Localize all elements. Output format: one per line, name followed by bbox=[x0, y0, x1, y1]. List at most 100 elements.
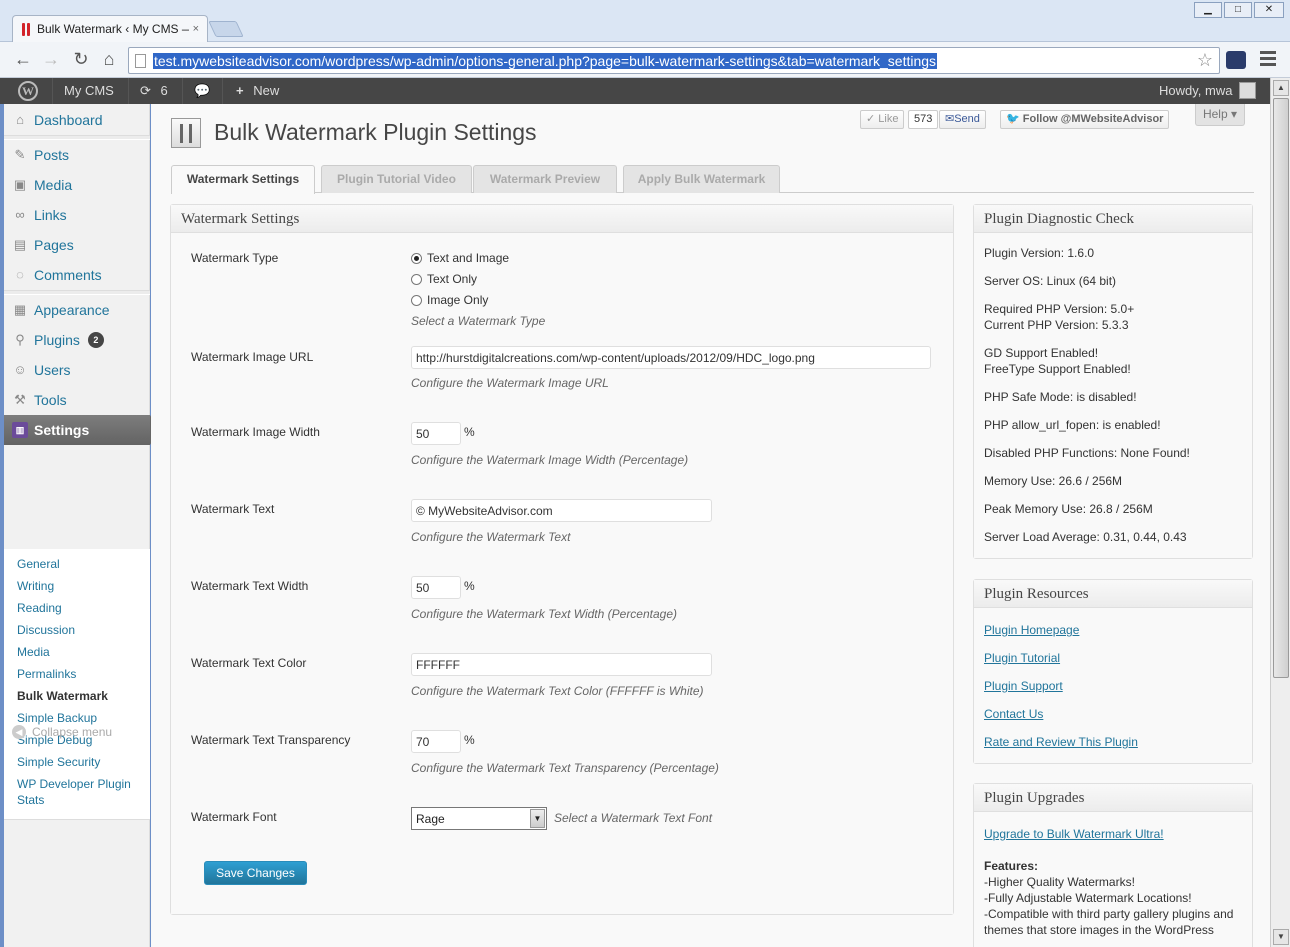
scroll-up-arrow-icon[interactable]: ▲ bbox=[1273, 80, 1289, 96]
submenu-wp-developer-plugin-stats[interactable]: WP Developer Plugin Stats bbox=[4, 773, 150, 811]
tab-close-icon[interactable]: × bbox=[193, 23, 199, 35]
avatar[interactable] bbox=[1239, 82, 1256, 99]
new-tab-button[interactable] bbox=[208, 21, 244, 37]
radio-image-only[interactable]: Image Only bbox=[411, 293, 488, 307]
radio-text-and-image[interactable]: Text and Image bbox=[411, 251, 509, 265]
feature-item: -Higher Quality Watermarks! bbox=[984, 875, 1135, 889]
radio-text-only[interactable]: Text Only bbox=[411, 272, 477, 286]
settings-icon: ▥ bbox=[12, 422, 28, 438]
home-icon[interactable]: ⌂ bbox=[98, 49, 120, 70]
image-width-input[interactable]: 50 bbox=[411, 422, 461, 445]
tab-plugin-tutorial-video[interactable]: Plugin Tutorial Video bbox=[321, 165, 472, 193]
bookmark-star-icon[interactable]: ☆ bbox=[1197, 50, 1213, 71]
menu-users[interactable]: ☺ Users bbox=[4, 355, 150, 385]
image-width-label: Watermark Image Width bbox=[191, 425, 320, 439]
tab-watermark-settings[interactable]: Watermark Settings bbox=[171, 165, 315, 194]
radio-button[interactable] bbox=[411, 252, 422, 264]
howdy-user-menu[interactable]: Howdy, mwa bbox=[1159, 78, 1232, 104]
diag-line: Server OS: Linux (64 bit) bbox=[984, 274, 1117, 288]
font-select[interactable]: Rage ▼ bbox=[411, 807, 547, 830]
image-url-label: Watermark Image URL bbox=[191, 350, 314, 364]
menu-plugins[interactable]: ⚲ Plugins 2 bbox=[4, 325, 150, 355]
menu-pages[interactable]: ▤ Pages bbox=[4, 230, 150, 260]
plugin-tutorial-link[interactable]: Plugin Tutorial bbox=[984, 651, 1060, 665]
collapse-menu-button[interactable]: ◀ Collapse menu bbox=[12, 725, 112, 739]
radio-button[interactable] bbox=[411, 294, 422, 306]
updates-link[interactable]: ⟳ 6 bbox=[140, 78, 168, 104]
help-button[interactable]: Help ▾ bbox=[1195, 104, 1245, 126]
submenu-simple-security[interactable]: Simple Security bbox=[4, 751, 150, 773]
diag-line: PHP Safe Mode: is disabled! bbox=[984, 390, 1137, 404]
submenu-general[interactable]: General bbox=[4, 553, 150, 575]
menu-settings[interactable]: ▥ Settings bbox=[4, 415, 150, 445]
submenu-discussion[interactable]: Discussion bbox=[4, 619, 150, 641]
comments-bubble-icon[interactable]: 💬 bbox=[194, 78, 210, 104]
browser-titlebar: Bulk Watermark ‹ My CMS — × ▁ □ ✕ bbox=[0, 0, 1290, 42]
submenu-reading[interactable]: Reading bbox=[4, 597, 150, 619]
url-text[interactable]: test.mywebsiteadvisor.com/wordpress/wp-a… bbox=[153, 53, 938, 69]
tab-title: Bulk Watermark ‹ My CMS — bbox=[37, 22, 189, 36]
text-color-desc: Configure the Watermark Text Color (FFFF… bbox=[411, 684, 704, 698]
pages-icon: ▤ bbox=[13, 237, 27, 252]
text-color-label: Watermark Text Color bbox=[191, 656, 307, 670]
dropdown-arrow-icon[interactable]: ▼ bbox=[530, 809, 545, 828]
new-label: New bbox=[253, 83, 280, 98]
contact-us-link[interactable]: Contact Us bbox=[984, 707, 1043, 721]
submenu-permalinks[interactable]: Permalinks bbox=[4, 663, 150, 685]
new-content-link[interactable]: + New bbox=[236, 78, 279, 104]
plus-icon: + bbox=[236, 83, 244, 98]
menu-dashboard[interactable]: ⌂ Dashboard bbox=[4, 105, 150, 135]
plugin-support-link[interactable]: Plugin Support bbox=[984, 679, 1063, 693]
rate-review-link[interactable]: Rate and Review This Plugin bbox=[984, 735, 1138, 749]
back-arrow-icon[interactable]: ← bbox=[12, 49, 34, 70]
forward-arrow-icon[interactable]: → bbox=[40, 49, 62, 70]
site-name-link[interactable]: My CMS bbox=[64, 78, 114, 104]
like-button[interactable]: ✓ Like bbox=[860, 110, 905, 129]
upgrades-box: Plugin Upgrades Upgrade to Bulk Watermar… bbox=[973, 783, 1253, 947]
menu-media[interactable]: ▣ Media bbox=[4, 170, 150, 200]
scrollbar-thumb[interactable] bbox=[1273, 98, 1289, 678]
collapse-arrow-icon: ◀ bbox=[12, 725, 26, 739]
tab-watermark-preview[interactable]: Watermark Preview bbox=[473, 165, 617, 193]
send-button[interactable]: ✉Send bbox=[939, 110, 986, 129]
radio-button[interactable] bbox=[411, 273, 422, 285]
reload-icon[interactable]: ↻ bbox=[70, 49, 92, 70]
browser-menu-icon[interactable] bbox=[1260, 51, 1276, 69]
image-url-desc: Configure the Watermark Image URL bbox=[411, 376, 609, 390]
menu-posts[interactable]: ✎ Posts bbox=[4, 140, 150, 170]
diag-line: Plugin Version: 1.6.0 bbox=[984, 246, 1095, 260]
text-color-input[interactable]: FFFFFF bbox=[411, 653, 712, 676]
text-input[interactable]: © MyWebsiteAdvisor.com bbox=[411, 499, 712, 522]
twitter-follow-button[interactable]: 🐦 Follow @MWebsiteAdvisor bbox=[1000, 110, 1170, 129]
save-changes-button[interactable]: Save Changes bbox=[204, 861, 307, 885]
tab-apply-bulk-watermark[interactable]: Apply Bulk Watermark bbox=[623, 165, 780, 193]
menu-appearance[interactable]: ▦ Appearance bbox=[4, 295, 150, 325]
image-url-input[interactable]: http://hurstdigitalcreations.com/wp-cont… bbox=[411, 346, 931, 369]
scroll-down-arrow-icon[interactable]: ▼ bbox=[1273, 929, 1289, 945]
upgrade-ultra-link[interactable]: Upgrade to Bulk Watermark Ultra! bbox=[984, 827, 1164, 841]
extension-icon[interactable] bbox=[1226, 51, 1246, 69]
maximize-button[interactable]: □ bbox=[1224, 2, 1252, 18]
updates-icon: ⟳ bbox=[140, 83, 151, 98]
menu-comments[interactable]: ◌ Comments bbox=[4, 260, 150, 290]
submenu-media[interactable]: Media bbox=[4, 641, 150, 663]
transparency-input[interactable]: 70 bbox=[411, 730, 461, 753]
menu-links[interactable]: ∞ Links bbox=[4, 200, 150, 230]
submenu-writing[interactable]: Writing bbox=[4, 575, 150, 597]
menu-tools[interactable]: ⚒ Tools bbox=[4, 385, 150, 415]
submenu-bulk-watermark[interactable]: Bulk Watermark bbox=[4, 685, 150, 707]
address-bar[interactable]: test.mywebsiteadvisor.com/wordpress/wp-a… bbox=[128, 47, 1220, 74]
watermark-type-label: Watermark Type bbox=[191, 251, 279, 265]
browser-tab[interactable]: Bulk Watermark ‹ My CMS — × bbox=[12, 15, 208, 42]
settings-tabs: Watermark Settings Plugin Tutorial Video… bbox=[171, 165, 1254, 194]
close-window-button[interactable]: ✕ bbox=[1254, 2, 1284, 18]
text-width-input[interactable]: 50 bbox=[411, 576, 461, 599]
page-scrollbar[interactable]: ▲ ▼ bbox=[1270, 78, 1290, 947]
minimize-button[interactable]: ▁ bbox=[1194, 2, 1222, 18]
plug-icon: ⚲ bbox=[15, 332, 25, 347]
diag-line: Required PHP Version: 5.0+ bbox=[984, 302, 1135, 316]
plugin-homepage-link[interactable]: Plugin Homepage bbox=[984, 623, 1079, 637]
features-label: Features: bbox=[984, 859, 1039, 873]
image-width-desc: Configure the Watermark Image Width (Per… bbox=[411, 453, 689, 467]
wordpress-logo-icon[interactable]: W bbox=[18, 81, 38, 101]
